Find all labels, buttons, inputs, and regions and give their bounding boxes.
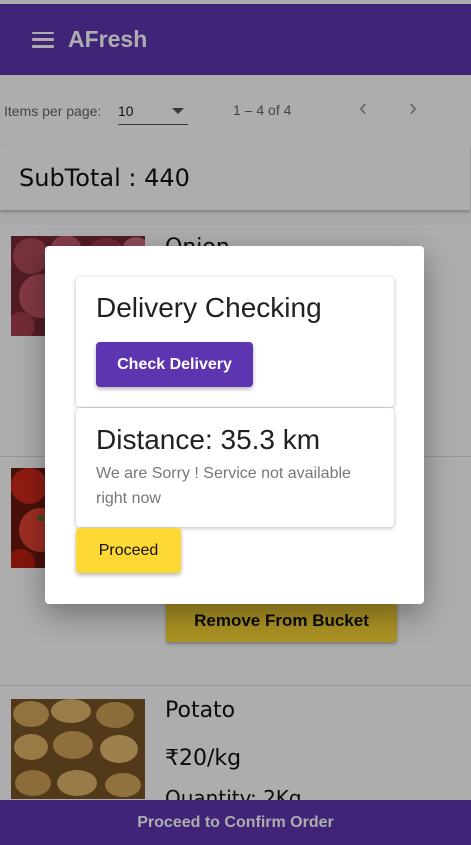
distance-card: Distance: 35.3 km We are Sorry ! Service… (76, 408, 394, 527)
check-delivery-button[interactable]: Check Delivery (96, 342, 253, 387)
distance-label: Distance: 35.3 km (96, 424, 321, 455)
delivery-dialog: Delivery Checking Check Delivery Distanc… (45, 246, 424, 604)
page: AFresh Items per page: 10 1 – 4 of 4 ‹ ›… (0, 0, 471, 845)
delivery-check-card: Delivery Checking Check Delivery (76, 277, 394, 407)
dialog-title: Delivery Checking (96, 292, 322, 323)
proceed-button[interactable]: Proceed (76, 528, 181, 573)
service-message: We are Sorry ! Service not available rig… (96, 465, 351, 507)
